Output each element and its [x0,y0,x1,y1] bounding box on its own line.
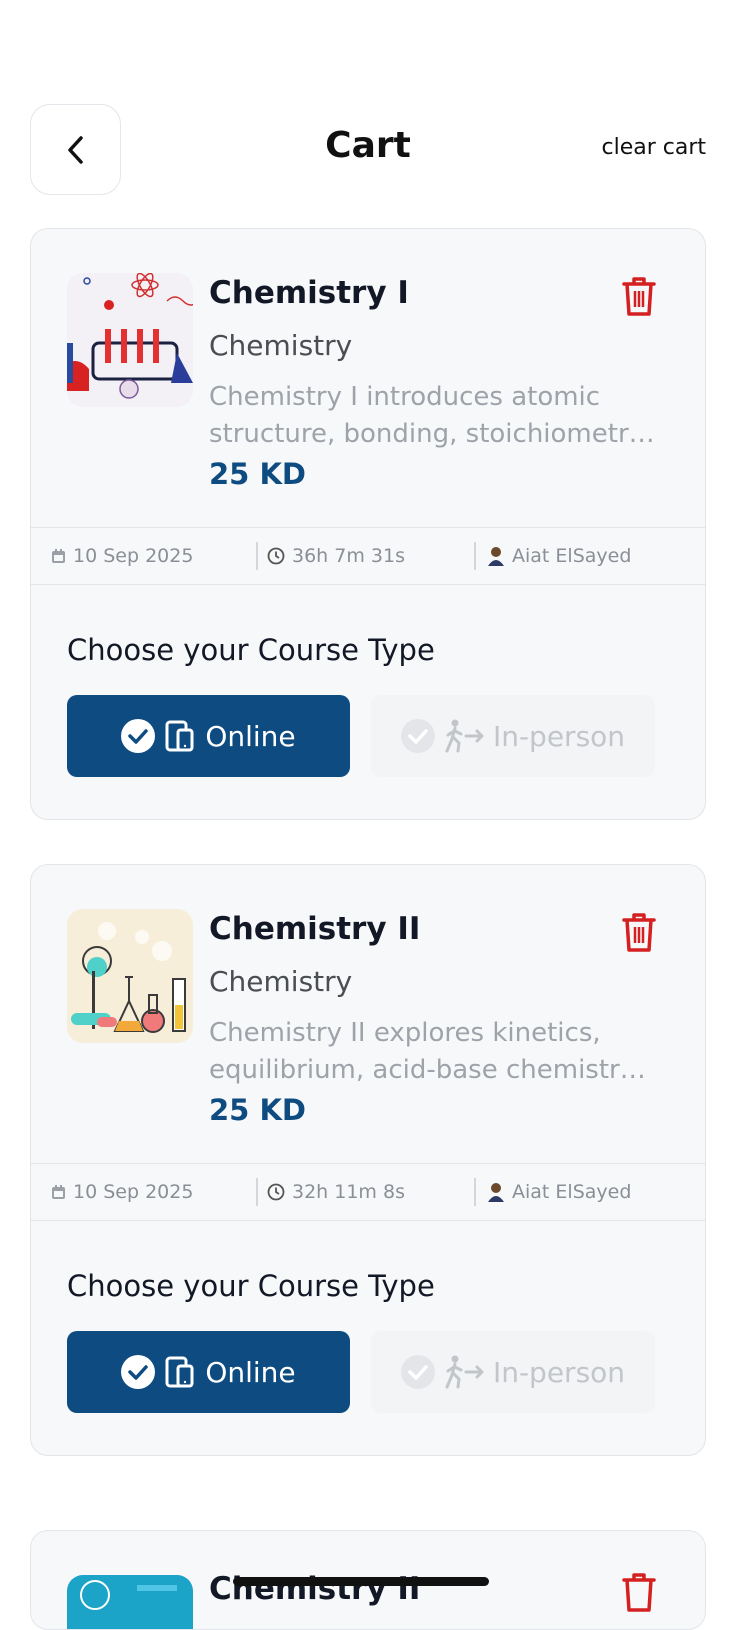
course-title: Chemistry I [209,275,409,311]
inperson-option-label: In-person [492,719,626,753]
walking-person-icon [445,719,484,753]
course-subject: Chemistry [209,965,353,998]
course-price: 25 KD [209,457,306,491]
cart-item: Chemistry II Chemistry Chemistry II expl… [30,864,706,1456]
trash-icon[interactable] [621,1571,657,1613]
meta-instructor-text: Aiat ElSayed [512,545,632,567]
inperson-option-label: In-person [492,1355,626,1389]
header: Cart clear cart [0,0,736,220]
online-option-button[interactable]: Online [67,695,350,777]
meta-date: 10 Sep 2025 [51,528,193,584]
course-price: 25 KD [209,1093,306,1127]
course-description: Chemistry II explores kinetics, equilibr… [209,1018,636,1085]
cart-item: Chemistry I Chemistry Chemistry I introd… [30,228,706,820]
clock-icon [267,1183,285,1201]
meta-instructor-text: Aiat ElSayed [512,1181,632,1203]
course-thumbnail [67,1575,193,1629]
check-circle-icon [400,719,435,753]
course-thumbnail [67,909,193,1043]
inperson-option-button[interactable]: In-person [371,1331,655,1413]
walking-person-icon [445,1355,484,1389]
clock-icon [267,547,285,565]
meta-duration-text: 36h 7m 31s [292,545,405,567]
inperson-option-button[interactable]: In-person [371,695,655,777]
check-circle-icon [121,719,156,753]
check-circle-icon [121,1355,156,1389]
avatar [488,1183,504,1202]
online-option-button[interactable]: Online [67,1331,350,1413]
calendar-icon [52,1185,65,1199]
course-meta: 10 Sep 2025 36h 7m 31s Aiat ElSayed [31,527,705,585]
home-indicator[interactable] [233,1577,489,1586]
meta-duration: 36h 7m 31s [267,528,405,584]
course-description: Chemistry I introduces atomic structure,… [209,382,645,449]
divider [256,1178,258,1206]
divider [474,1178,476,1206]
trash-icon[interactable] [621,911,657,953]
course-meta: 10 Sep 2025 32h 11m 8s Aiat ElSayed [31,1163,705,1221]
meta-duration-text: 32h 11m 8s [292,1181,405,1203]
avatar [488,547,504,566]
course-subject: Chemistry [209,329,353,362]
meta-date-text: 10 Sep 2025 [73,545,194,567]
meta-instructor: Aiat ElSayed [487,1164,631,1220]
meta-date-text: 10 Sep 2025 [73,1181,194,1203]
online-option-label: Online [205,1355,296,1389]
clear-cart-button[interactable]: clear cart [601,135,706,160]
meta-instructor: Aiat ElSayed [487,528,631,584]
meta-duration: 32h 11m 8s [267,1164,405,1220]
divider [474,542,476,570]
course-type-heading: Choose your Course Type [67,1269,435,1303]
trash-icon[interactable] [621,275,657,317]
course-type-heading: Choose your Course Type [67,633,435,667]
devices-icon [165,1356,194,1388]
calendar-icon [52,549,65,563]
course-thumbnail [67,273,193,407]
course-title: Chemistry II [209,911,421,947]
meta-date: 10 Sep 2025 [51,1164,193,1220]
devices-icon [165,720,194,752]
check-circle-icon [400,1355,435,1389]
online-option-label: Online [205,719,296,753]
divider [256,542,258,570]
